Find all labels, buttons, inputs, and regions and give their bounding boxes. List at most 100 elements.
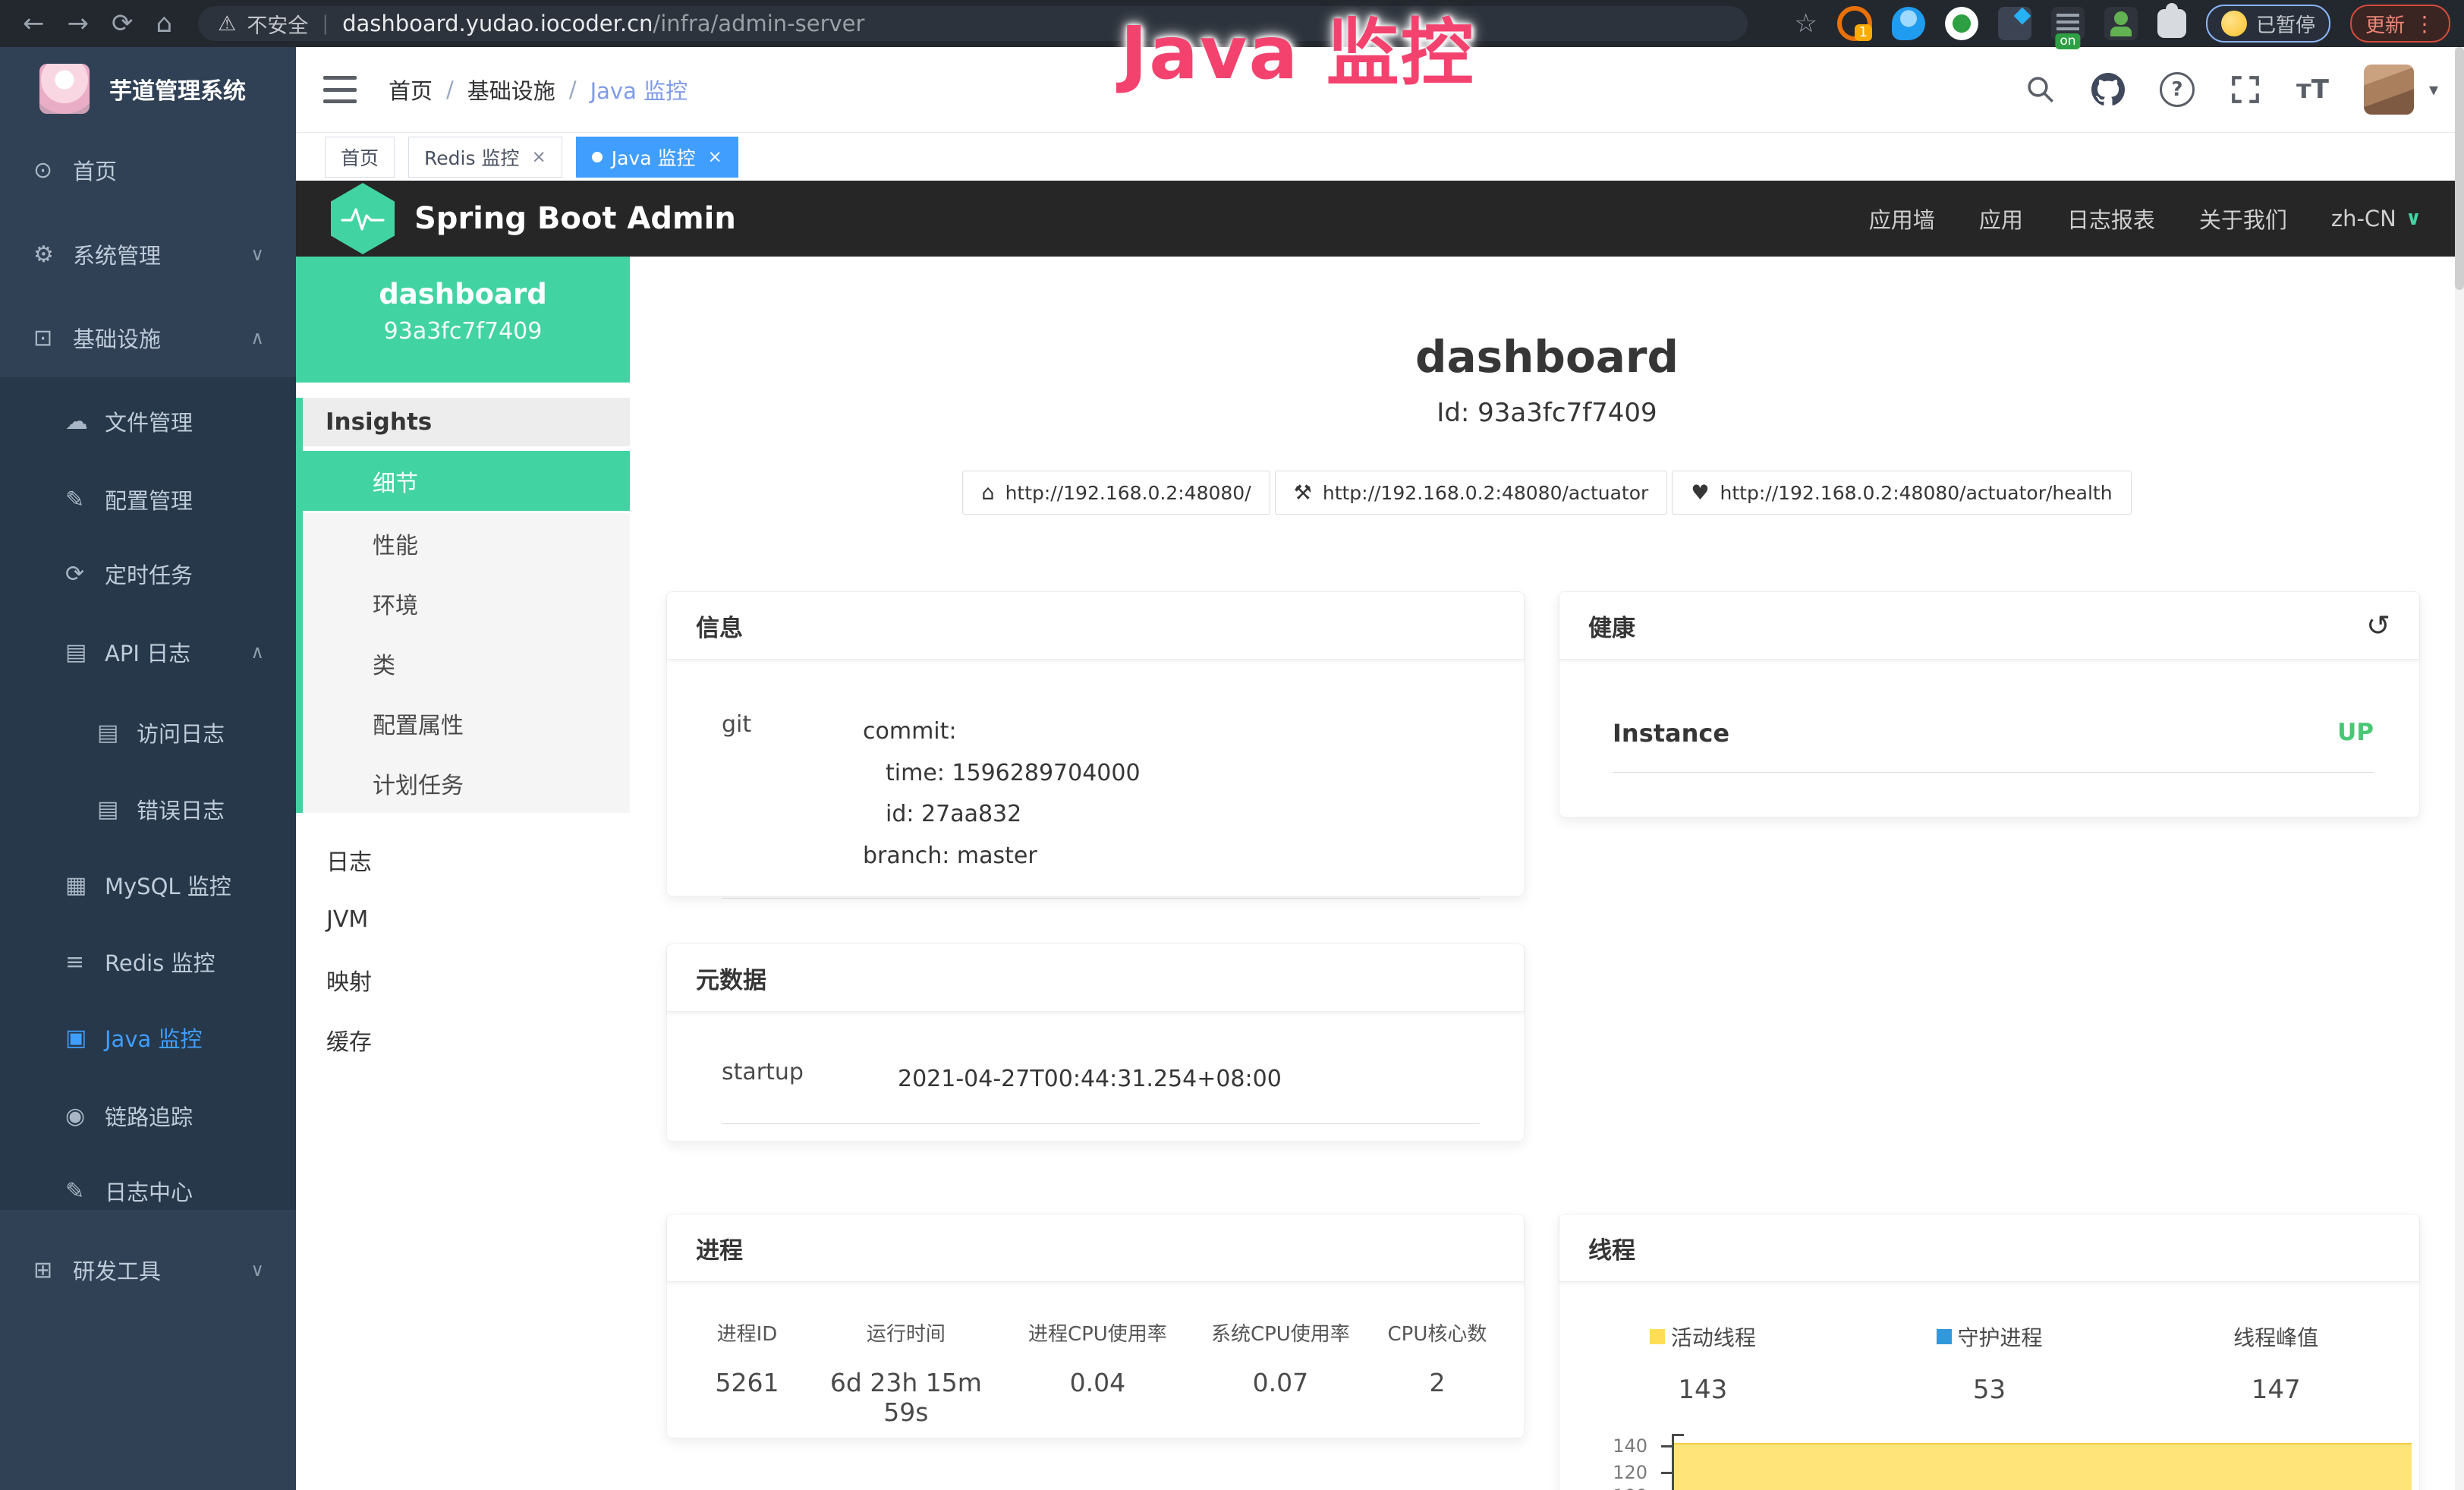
update-button[interactable]: 更新 ⋮ [2350,5,2450,43]
browser-reload-icon[interactable]: ⟳ [112,0,134,47]
bookmark-star-icon[interactable]: ☆ [1794,8,1817,39]
sba-logo-icon[interactable] [331,183,395,254]
sba-brand-title[interactable]: Spring Boot Admin [414,201,736,236]
paused-profile-chip[interactable]: 已暂停 [2206,5,2330,43]
browser-menu-icon[interactable]: ⋮ [2414,11,2435,36]
sba-nav-about[interactable]: 关于我们 [2199,203,2287,235]
sba-menu-logfile[interactable]: 日志 [296,830,630,890]
help-icon[interactable]: ? [2160,72,2195,107]
sba-content: dashboard Id: 93a3fc7f7409 ⌂ http://192.… [630,257,2464,1490]
breadcrumb: 首页 / 基础设施 / Java 监控 [389,74,688,106]
legend-peak: 线程峰值 147 [2132,1321,2419,1405]
url-path[interactable]: /infra/admin-server [653,11,864,36]
fullscreen-icon[interactable] [2230,74,2261,106]
sba-menu-scheduledtasks[interactable]: 计划任务 [303,753,630,813]
actuator-url-button[interactable]: ⚒ http://192.168.0.2:48080/actuator [1275,471,1668,515]
service-url-button[interactable]: ⌂ http://192.168.0.2:48080/ [962,471,1270,515]
sba-nav-applications[interactable]: 应用 [1979,203,2023,235]
sidebar-item-mysql[interactable]: ▦ MySQL 监控 [0,853,296,917]
extension-orange-icon[interactable]: 1 [1837,6,1872,41]
browser-home-icon[interactable]: ⌂ [156,0,173,47]
sidebar-item-job[interactable]: ⟳ 定时任务 [0,542,296,606]
extension-pin-icon[interactable] [1892,7,1925,40]
github-icon[interactable] [2091,73,2125,106]
sba-menu-metrics[interactable]: 性能 [303,513,630,573]
hamburger-icon[interactable] [323,76,357,103]
tab-redis[interactable]: Redis 监控 × [408,137,562,178]
card-process: 进程 进程ID 5261 运行时间 6d 23h 15m 59s 进程CPU使用… [666,1214,1525,1438]
close-icon[interactable]: × [531,147,546,167]
app-logo-row[interactable]: 芋道管理系统 [0,47,296,114]
sidebar-item-label: MySQL 监控 [105,869,231,901]
breadcrumb-current: Java 监控 [590,74,688,106]
sba-nav-journal[interactable]: 日志报表 [2067,203,2155,235]
avatar[interactable] [2364,65,2414,115]
git-time-line: time: 1596289704000 [863,753,1141,795]
instance-header[interactable]: dashboard 93a3fc7f7409 [296,257,630,383]
sidebar-item-logcenter[interactable]: ✎ 日志中心 [0,1159,296,1223]
scrollbar-thumb[interactable] [2455,47,2464,290]
extension-dark-list-icon[interactable]: on [2051,7,2085,40]
legend-label: 守护进程 [1958,1321,2043,1352]
sba-menu-environment[interactable]: 环境 [303,573,630,633]
sidebar-item-java[interactable]: ▣ Java 监控 [0,1006,296,1069]
process-col-cores: CPU核心数 2 [1372,1318,1503,1427]
sba-nav-wall[interactable]: 应用墙 [1869,203,1935,235]
security-label[interactable]: 不安全 [247,9,308,39]
address-bar[interactable]: ⚠ 不安全 | dashboard.yudao.iocoder.cn/infra… [198,6,1748,41]
sidebar-item-devtools[interactable]: ⊞ 研发工具 ∨ [0,1238,296,1302]
legend-label: 线程峰值 [2233,1321,2318,1352]
health-instance-row[interactable]: Instance UP [1613,719,2374,773]
breadcrumb-infra[interactable]: 基础设施 [467,74,555,106]
extensions-puzzle-icon[interactable] [2157,9,2186,38]
extension-green-circle-icon[interactable] [1945,7,1978,40]
card-info: 信息 git commit: time: 1596289704000 id: 2… [666,591,1525,896]
extension-person-icon[interactable] [2104,7,2138,40]
search-icon[interactable] [2025,74,2056,106]
sidebar-item-infra[interactable]: ⊡ 基础设施 ∧ [0,306,296,370]
threads-chart: 140 120 100 [1559,1431,2419,1490]
font-size-icon[interactable]: тT [2296,74,2329,105]
sidebar-item-apilog[interactable]: ▤ API 日志 ∧ [0,620,296,684]
close-icon[interactable]: × [707,147,722,167]
tab-home[interactable]: 首页 [325,137,395,178]
y-axis-tick: 140 [1559,1435,1647,1457]
health-instance-label: Instance [1613,719,1729,748]
sidebar-item-trace[interactable]: ◉ 链路追踪 [0,1084,296,1148]
sidebar-item-redis[interactable]: ≡ Redis 监控 [0,930,296,994]
page-subtitle-id: Id: 93a3fc7f7409 [630,398,2464,428]
sba-locale-select[interactable]: zh-CN ∨ [2331,206,2422,232]
sidebar-item-file[interactable]: ☁ 文件管理 [0,389,296,453]
sba-menu-classes[interactable]: 类 [303,633,630,693]
actuator-url: http://192.168.0.2:48080/actuator [1323,482,1648,504]
breadcrumb-home[interactable]: 首页 [389,74,433,106]
browser-back-icon[interactable]: ← [23,0,45,47]
sidebar-item-label: 系统管理 [73,238,161,270]
process-col-pid: 进程ID 5261 [688,1318,806,1427]
sba-menu-mappings[interactable]: 映射 [296,950,630,1010]
sba-menu-jvm[interactable]: JVM [296,890,630,950]
column-header: 进程CPU使用率 [1006,1318,1189,1347]
avatar-caret-icon[interactable]: ▾ [2429,79,2438,100]
sba-menu-caches[interactable]: 缓存 [296,1010,630,1069]
log-icon: ▤ [97,720,137,746]
sidebar-item-accesslog[interactable]: ▤ 访问日志 [0,701,296,764]
extension-grid-icon[interactable] [1998,7,2031,40]
sba-menu-details[interactable]: 细节 [303,449,630,513]
security-warning-icon[interactable]: ⚠ [218,12,236,36]
person-body [2110,27,2132,36]
url-host[interactable]: dashboard.yudao.iocoder.cn [342,11,653,36]
cell-value: 2 [1372,1368,1503,1397]
history-icon[interactable]: ↺ [2366,609,2390,642]
sba-menu-configprops[interactable]: 配置属性 [303,693,630,753]
sidebar-item-config[interactable]: ✎ 配置管理 [0,468,296,531]
sidebar-item-errorlog[interactable]: ▤ 错误日志 [0,777,296,841]
sidebar-item-home[interactable]: ⊙ 首页 [0,138,296,202]
browser-forward-icon[interactable]: → [68,0,90,47]
tab-java[interactable]: Java 监控 × [576,137,738,178]
sidebar-item-system[interactable]: ⚙ 系统管理 ∨ [0,222,296,286]
sidebar-item-label: Redis 监控 [105,946,215,978]
gauge-icon: ⊙ [33,157,73,184]
health-url-button[interactable]: ♥ http://192.168.0.2:48080/actuator/heal… [1672,471,2131,515]
edit-icon: ✎ [65,1178,105,1205]
